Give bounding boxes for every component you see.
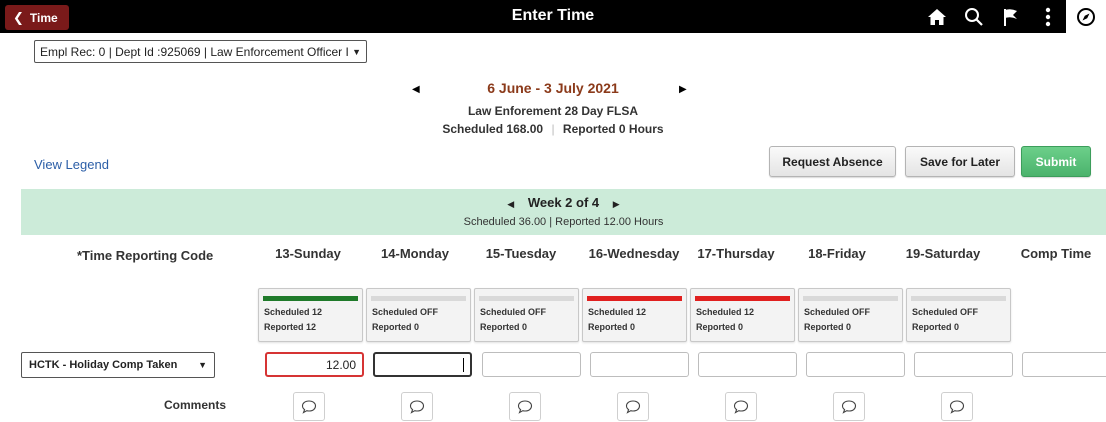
chevron-down-icon: ▼ bbox=[352, 46, 361, 57]
reported-text: Reported 0 bbox=[696, 322, 744, 332]
reported-text: Reported 12 bbox=[264, 322, 317, 332]
schedule-box-wednesday[interactable]: Scheduled 12 Reported 0 bbox=[582, 288, 687, 342]
hours-input-monday[interactable] bbox=[373, 352, 472, 377]
hours-input-sunday[interactable]: 12.00 bbox=[265, 352, 364, 377]
navigator-icon[interactable] bbox=[1066, 0, 1106, 33]
reported-text: Reported 0 bbox=[912, 322, 960, 332]
schedule-status-bar bbox=[587, 296, 682, 301]
comment-button-wednesday[interactable] bbox=[617, 392, 649, 421]
day-header-thursday: 17-Thursday bbox=[697, 246, 775, 261]
save-for-later-button[interactable]: Save for Later bbox=[905, 146, 1015, 177]
hours-input-saturday[interactable] bbox=[914, 352, 1013, 377]
search-icon[interactable] bbox=[955, 0, 992, 33]
employee-record-select[interactable]: Empl Rec: 0 | Dept Id :925069 | Law Enfo… bbox=[34, 40, 367, 63]
hours-input-wednesday[interactable] bbox=[590, 352, 689, 377]
day-header-tuesday: 15-Tuesday bbox=[485, 246, 557, 261]
previous-week-arrow-icon[interactable]: ◀ bbox=[507, 199, 514, 209]
reported-text: Reported 0 bbox=[372, 322, 420, 332]
schedule-status-bar bbox=[695, 296, 790, 301]
week-hours: Scheduled 36.00 | Reported 12.00 Hours bbox=[463, 216, 664, 228]
comment-button-saturday[interactable] bbox=[941, 392, 973, 421]
hours-input-friday[interactable] bbox=[806, 352, 905, 377]
comment-button-sunday[interactable] bbox=[293, 392, 325, 421]
reported-text: Reported 0 Hours bbox=[562, 122, 664, 136]
trc-column-header: *Time Reporting Code bbox=[77, 248, 214, 263]
scheduled-text: Scheduled OFF bbox=[804, 307, 871, 317]
divider: | bbox=[551, 122, 555, 136]
hours-input-thursday[interactable] bbox=[698, 352, 797, 377]
day-header-monday: 14-Monday bbox=[381, 246, 449, 261]
scheduled-text: Scheduled OFF bbox=[372, 307, 439, 317]
period-hours: Scheduled 168.00 | Reported 0 Hours bbox=[420, 122, 686, 136]
hours-input-tuesday[interactable] bbox=[482, 352, 581, 377]
day-header-sunday: 13-Sunday bbox=[275, 246, 341, 261]
trc-value: HCTK - Holiday Comp Taken bbox=[29, 359, 178, 371]
reported-text: Reported 0 bbox=[804, 322, 852, 332]
week-navigation-band: ◀ Week 2 of 4 ▶ Scheduled 36.00 | Report… bbox=[21, 189, 1106, 235]
schedule-name: Law Enforement 28 Day FLSA bbox=[467, 104, 639, 118]
comment-button-thursday[interactable] bbox=[725, 392, 757, 421]
comment-icon bbox=[841, 399, 857, 414]
schedule-box-tuesday[interactable]: Scheduled OFF Reported 0 bbox=[474, 288, 579, 342]
schedule-status-bar bbox=[479, 296, 574, 301]
comment-icon bbox=[733, 399, 749, 414]
chevron-down-icon: ▼ bbox=[198, 360, 207, 370]
scheduled-text: Scheduled 12 bbox=[264, 307, 323, 317]
schedule-box-thursday[interactable]: Scheduled 12 Reported 0 bbox=[690, 288, 795, 342]
header-bar: ❮ Time Enter Time bbox=[0, 0, 1106, 33]
day-header-saturday: 19-Saturday bbox=[905, 246, 981, 261]
time-reporting-code-select[interactable]: HCTK - Holiday Comp Taken ▼ bbox=[21, 352, 215, 378]
day-header-friday: 18-Friday bbox=[808, 246, 866, 261]
submit-button[interactable]: Submit bbox=[1021, 146, 1091, 177]
comment-button-tuesday[interactable] bbox=[509, 392, 541, 421]
scheduled-value: 168.00 bbox=[506, 122, 544, 136]
period-range: 6 June - 3 July 2021 bbox=[487, 80, 619, 96]
comment-icon bbox=[949, 399, 965, 414]
week-label: Week 2 of 4 bbox=[527, 195, 600, 210]
comment-icon bbox=[409, 399, 425, 414]
schedule-box-monday[interactable]: Scheduled OFF Reported 0 bbox=[366, 288, 471, 342]
reported-text: Reported 0 bbox=[588, 322, 636, 332]
comment-icon bbox=[625, 399, 641, 414]
more-icon[interactable] bbox=[1029, 0, 1066, 33]
schedule-status-bar bbox=[263, 296, 358, 301]
scheduled-text: Scheduled 12 bbox=[588, 307, 647, 317]
schedule-box-friday[interactable]: Scheduled OFF Reported 0 bbox=[798, 288, 903, 342]
previous-period-arrow-icon[interactable]: ◀ bbox=[412, 84, 420, 95]
header-actions bbox=[918, 0, 1106, 33]
schedule-status-bar bbox=[911, 296, 1006, 301]
comments-label: Comments bbox=[164, 398, 227, 412]
comment-button-monday[interactable] bbox=[401, 392, 433, 421]
scheduled-text: Scheduled 12 bbox=[696, 307, 755, 317]
employee-record-value: Empl Rec: 0 | Dept Id :925069 | Law Enfo… bbox=[40, 44, 349, 59]
day-header-wednesday: 16-Wednesday bbox=[588, 246, 680, 261]
schedule-box-sunday[interactable]: Scheduled 12 Reported 12 bbox=[258, 288, 363, 342]
scheduled-text: Scheduled OFF bbox=[480, 307, 547, 317]
comment-icon bbox=[301, 399, 317, 414]
reported-text: Reported 0 bbox=[480, 322, 528, 332]
text-cursor bbox=[463, 357, 464, 372]
comment-button-friday[interactable] bbox=[833, 392, 865, 421]
schedule-box-saturday[interactable]: Scheduled OFF Reported 0 bbox=[906, 288, 1011, 342]
scheduled-text: Scheduled OFF bbox=[912, 307, 979, 317]
scheduled-label: Scheduled bbox=[442, 122, 504, 136]
home-icon[interactable] bbox=[918, 0, 955, 33]
view-legend-link[interactable]: View Legend bbox=[34, 157, 109, 172]
next-week-arrow-icon[interactable]: ▶ bbox=[613, 199, 620, 209]
request-absence-button[interactable]: Request Absence bbox=[769, 146, 896, 177]
week-title: ◀ Week 2 of 4 ▶ bbox=[21, 195, 1106, 210]
schedule-status-bar bbox=[803, 296, 898, 301]
comp-time-header: Comp Time bbox=[1020, 246, 1092, 261]
comment-icon bbox=[517, 399, 533, 414]
schedule-status-bar bbox=[371, 296, 466, 301]
hours-input-comp-time[interactable] bbox=[1022, 352, 1106, 377]
flag-icon[interactable] bbox=[992, 0, 1029, 33]
